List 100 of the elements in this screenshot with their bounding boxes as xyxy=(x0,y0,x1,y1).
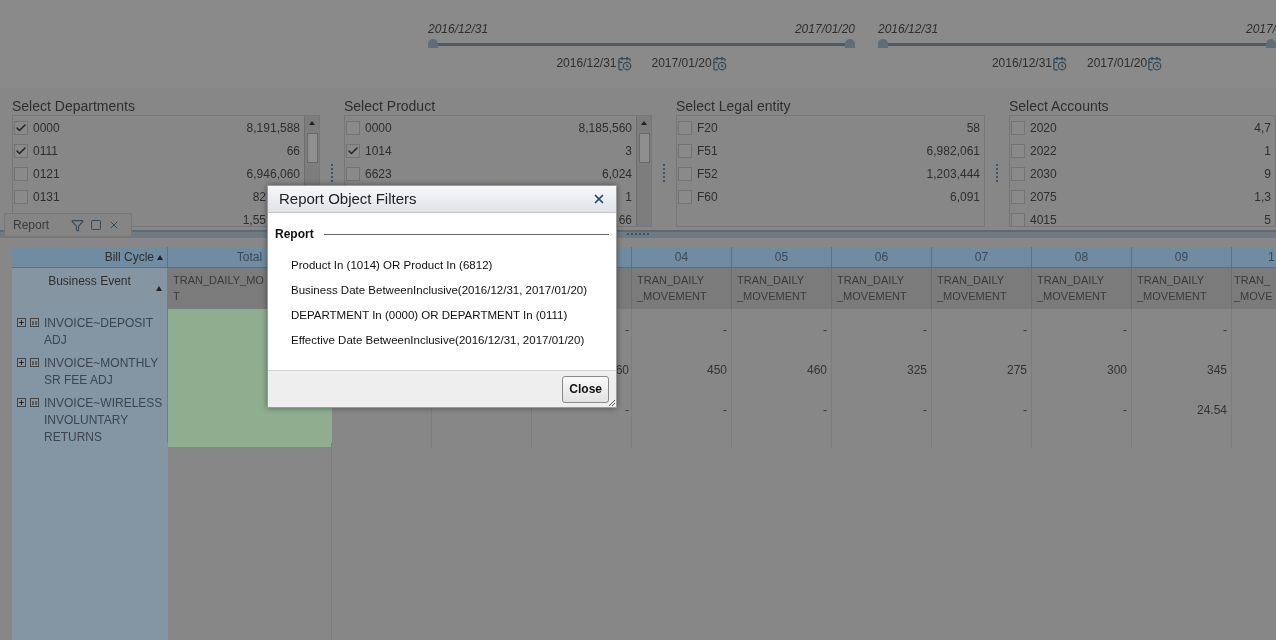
item-count: 66 xyxy=(286,142,300,160)
checkbox[interactable] xyxy=(346,166,360,181)
item-label[interactable]: 2030 xyxy=(1030,164,1057,183)
panel-title: Select Legal entity xyxy=(676,97,792,115)
item-count: 1,55 xyxy=(242,211,266,226)
sort-icon[interactable] xyxy=(157,254,163,260)
splitter-handle[interactable] xyxy=(627,233,649,235)
table-cell: - xyxy=(632,389,732,447)
item-count: 6,982,061 xyxy=(926,142,980,160)
item-label[interactable]: 2075 xyxy=(1030,187,1057,206)
date-field[interactable]: 2016/12/31 xyxy=(556,54,617,72)
column-subheader: TRAN_DAILY _MOVEMENT xyxy=(1132,268,1232,309)
calendar-icon[interactable] xyxy=(1052,55,1067,71)
splitter-handle[interactable] xyxy=(996,163,998,182)
item-label[interactable]: 6623 xyxy=(365,164,392,183)
scrollbar-thumb[interactable] xyxy=(638,133,650,163)
item-label[interactable]: F52 xyxy=(697,164,718,183)
date-field[interactable]: 2017/01/20 xyxy=(651,54,712,72)
table-cell: 345 xyxy=(1132,349,1232,390)
item-count: 6,946,060 xyxy=(246,165,300,183)
checkbox[interactable] xyxy=(346,143,360,158)
date-field[interactable]: 2017/01/20 xyxy=(1087,54,1148,72)
column-subheader: TRAN_DAILY _MOVEMENT xyxy=(1032,268,1132,309)
table-cell: 24.54 xyxy=(1132,389,1232,447)
resize-grip-icon[interactable] xyxy=(608,399,615,406)
scroll-up-icon[interactable] xyxy=(641,121,647,125)
splitter-handle[interactable] xyxy=(663,163,665,182)
table-cell: - xyxy=(1032,309,1132,350)
row-header[interactable]: INVOICE~DEPOSIT ADJ xyxy=(12,309,168,350)
filter-icon[interactable] xyxy=(71,218,85,232)
item-count: 8,185,560 xyxy=(578,119,632,137)
slider-handle[interactable] xyxy=(878,39,888,48)
row-header[interactable]: INVOICE~MONTHLY SR FEE ADJ xyxy=(12,349,168,390)
column-subheader: TRAN_ _MOVE xyxy=(1232,268,1276,309)
table-cell: - xyxy=(932,309,1032,350)
panel-title: Select Departments xyxy=(12,97,136,115)
item-label[interactable]: 0111 xyxy=(33,141,58,160)
close-icon[interactable] xyxy=(592,192,606,206)
checkbox[interactable] xyxy=(14,120,28,135)
range-start-label: 2016/12/31 xyxy=(878,21,939,36)
panel-title: Select Accounts xyxy=(1009,97,1110,115)
report-tab[interactable]: Report xyxy=(4,213,132,237)
item-count: 1 xyxy=(1264,142,1271,160)
column-subheader: TRAN_DAILY _MOVEMENT xyxy=(632,268,732,309)
calendar-icon[interactable] xyxy=(711,55,727,71)
panel-title: Select Product xyxy=(344,97,437,115)
column-subheader: TRAN_DAILY _MOVEMENT xyxy=(932,268,1032,309)
table-cell: - xyxy=(732,309,832,350)
table-cell: - xyxy=(832,389,932,447)
range-end-label: 2017/01/20 xyxy=(794,21,855,36)
item-label[interactable]: 0121 xyxy=(33,164,60,183)
item-count: 6,091 xyxy=(949,188,980,206)
expand-icon[interactable] xyxy=(17,398,41,407)
item-label[interactable]: 0000 xyxy=(33,118,60,137)
date-field[interactable]: 2016/12/31 xyxy=(991,54,1052,72)
item-label[interactable]: F51 xyxy=(697,141,718,160)
table-cell: 300 xyxy=(1032,349,1132,390)
calendar-icon[interactable] xyxy=(616,55,632,71)
item-label[interactable]: 2022 xyxy=(1030,141,1057,160)
table-cell: - xyxy=(832,309,932,350)
scrollbar[interactable] xyxy=(636,116,651,226)
range-start-label: 2016/12/31 xyxy=(428,21,489,36)
table-cell: - xyxy=(632,309,732,350)
item-label[interactable]: 1014 xyxy=(365,141,392,160)
column-header[interactable]: Business Event xyxy=(12,268,168,309)
item-label[interactable]: F20 xyxy=(697,118,718,137)
item-count: 1,203,444 xyxy=(926,165,980,183)
table-cell: 460 xyxy=(732,349,832,390)
table-cell: 275 xyxy=(932,349,1032,390)
column-subheader: TRAN_DAILY _MOVEMENT xyxy=(732,268,832,309)
dialog-title: Report Object Filters xyxy=(279,188,418,209)
item-count: 9 xyxy=(1264,165,1271,183)
calendar-icon[interactable] xyxy=(1147,55,1163,71)
item-count: 58 xyxy=(966,119,980,137)
table-cell: 450 xyxy=(632,349,732,390)
slider-handle[interactable] xyxy=(428,39,438,48)
section-title: Report xyxy=(275,226,314,243)
slider-handle[interactable] xyxy=(845,39,855,48)
expand-icon[interactable] xyxy=(17,358,41,367)
table-cell: - xyxy=(932,389,1032,447)
tab-label: Report xyxy=(13,217,50,234)
checkbox[interactable] xyxy=(14,143,28,158)
item-count: 5 xyxy=(1264,211,1271,226)
item-label[interactable]: 2020 xyxy=(1030,118,1057,137)
table-cell: - xyxy=(732,389,832,447)
sort-icon[interactable] xyxy=(156,286,162,291)
table-cell: - xyxy=(1032,389,1132,447)
slider-handle[interactable] xyxy=(1266,39,1276,48)
item-label[interactable]: 0131 xyxy=(33,187,60,206)
item-count: 4,7 xyxy=(1254,119,1271,137)
splitter-handle[interactable] xyxy=(331,163,333,182)
item-label[interactable]: 4015 xyxy=(1030,210,1057,226)
expand-icon[interactable] xyxy=(17,318,41,327)
close-button[interactable]: Close xyxy=(562,375,609,403)
scroll-up-icon[interactable] xyxy=(309,121,315,125)
item-label[interactable]: 0000 xyxy=(365,118,392,137)
item-count: 1 xyxy=(625,188,632,206)
scrollbar-thumb[interactable] xyxy=(306,133,318,163)
item-label[interactable]: F60 xyxy=(697,187,718,206)
maximize-icon[interactable] xyxy=(90,219,103,231)
